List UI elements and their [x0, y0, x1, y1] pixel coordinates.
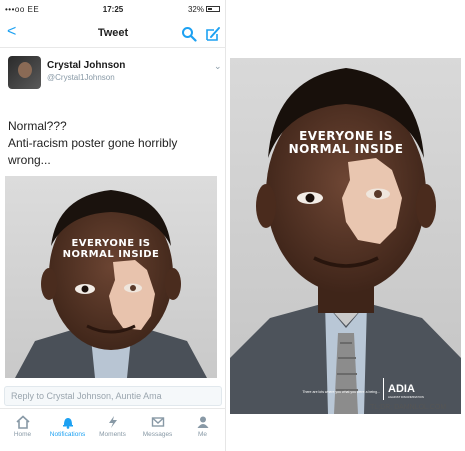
lightning-icon	[108, 416, 117, 428]
battery-percent: 32%	[187, 5, 204, 14]
reply-input[interactable]: Reply to Crystal Johnson, Auntie Ama	[4, 386, 222, 406]
tab-label: Me	[197, 431, 208, 438]
poster-headline: EVERYONE IS	[299, 129, 393, 143]
tab-home[interactable]: Home	[0, 413, 45, 449]
status-bar: •••oo EE 17:25 32%	[0, 0, 226, 20]
tweet-photo[interactable]: EVERYONE IS NORMAL INSIDE	[5, 176, 217, 378]
battery-icon	[206, 6, 220, 12]
envelope-icon	[151, 417, 164, 427]
author-name[interactable]: Crystal Johnson	[47, 60, 125, 71]
tab-moments[interactable]: Moments	[90, 413, 135, 449]
reply-placeholder: Reply to Crystal Johnson, Auntie Ama	[11, 391, 162, 401]
nav-bar: < Tweet	[0, 20, 226, 48]
poster-headline: NORMAL INSIDE	[289, 142, 404, 156]
poster-headline: EVERYONE IS	[71, 238, 150, 249]
tab-label: Moments	[99, 431, 126, 438]
poster-logo: ADIA	[388, 383, 415, 395]
tweet-body: Normal??? Anti-racism poster gone horrib…	[8, 118, 220, 169]
tab-me[interactable]: Me	[180, 413, 225, 449]
bell-icon	[62, 418, 73, 429]
search-icon[interactable]	[181, 26, 197, 42]
tab-messages[interactable]: Messages	[135, 413, 180, 449]
avatar[interactable]	[8, 56, 41, 89]
tab-label: Notifications	[49, 431, 86, 438]
poster-logo-sub: AGAINST DISCRIMINATION	[388, 395, 424, 399]
tab-notifications[interactable]: Notifications	[45, 413, 90, 449]
original-poster: EVERYONE IS NORMAL INSIDE There are lots…	[230, 58, 461, 414]
compose-icon[interactable]	[205, 26, 221, 42]
poster-tagline: There are lots where you what you were a…	[302, 390, 380, 394]
tab-label: Home	[13, 431, 32, 438]
person-icon	[197, 416, 208, 428]
poster-headline: NORMAL INSIDE	[63, 249, 160, 260]
author-handle[interactable]: @Crystal1Johnson	[47, 73, 115, 82]
tab-bar: Home Notifications Moments Messages Me	[0, 408, 226, 451]
tweet-line: Normal???	[8, 119, 67, 133]
tab-label: Messages	[142, 431, 173, 438]
tweet-line: wrong...	[8, 153, 51, 167]
tweet-author[interactable]: Crystal Johnson @Crystal1Johnson ⌄	[0, 48, 226, 110]
home-icon	[15, 415, 30, 429]
tweet-screen: •••oo EE 17:25 32% < Tweet Crystal Johns…	[0, 0, 226, 451]
source-credit: TL;DR; DAMNLOL.COM	[370, 404, 447, 411]
tweet-line: Anti-racism poster gone horribly	[8, 136, 178, 150]
chevron-down-icon[interactable]: ⌄	[214, 61, 222, 72]
